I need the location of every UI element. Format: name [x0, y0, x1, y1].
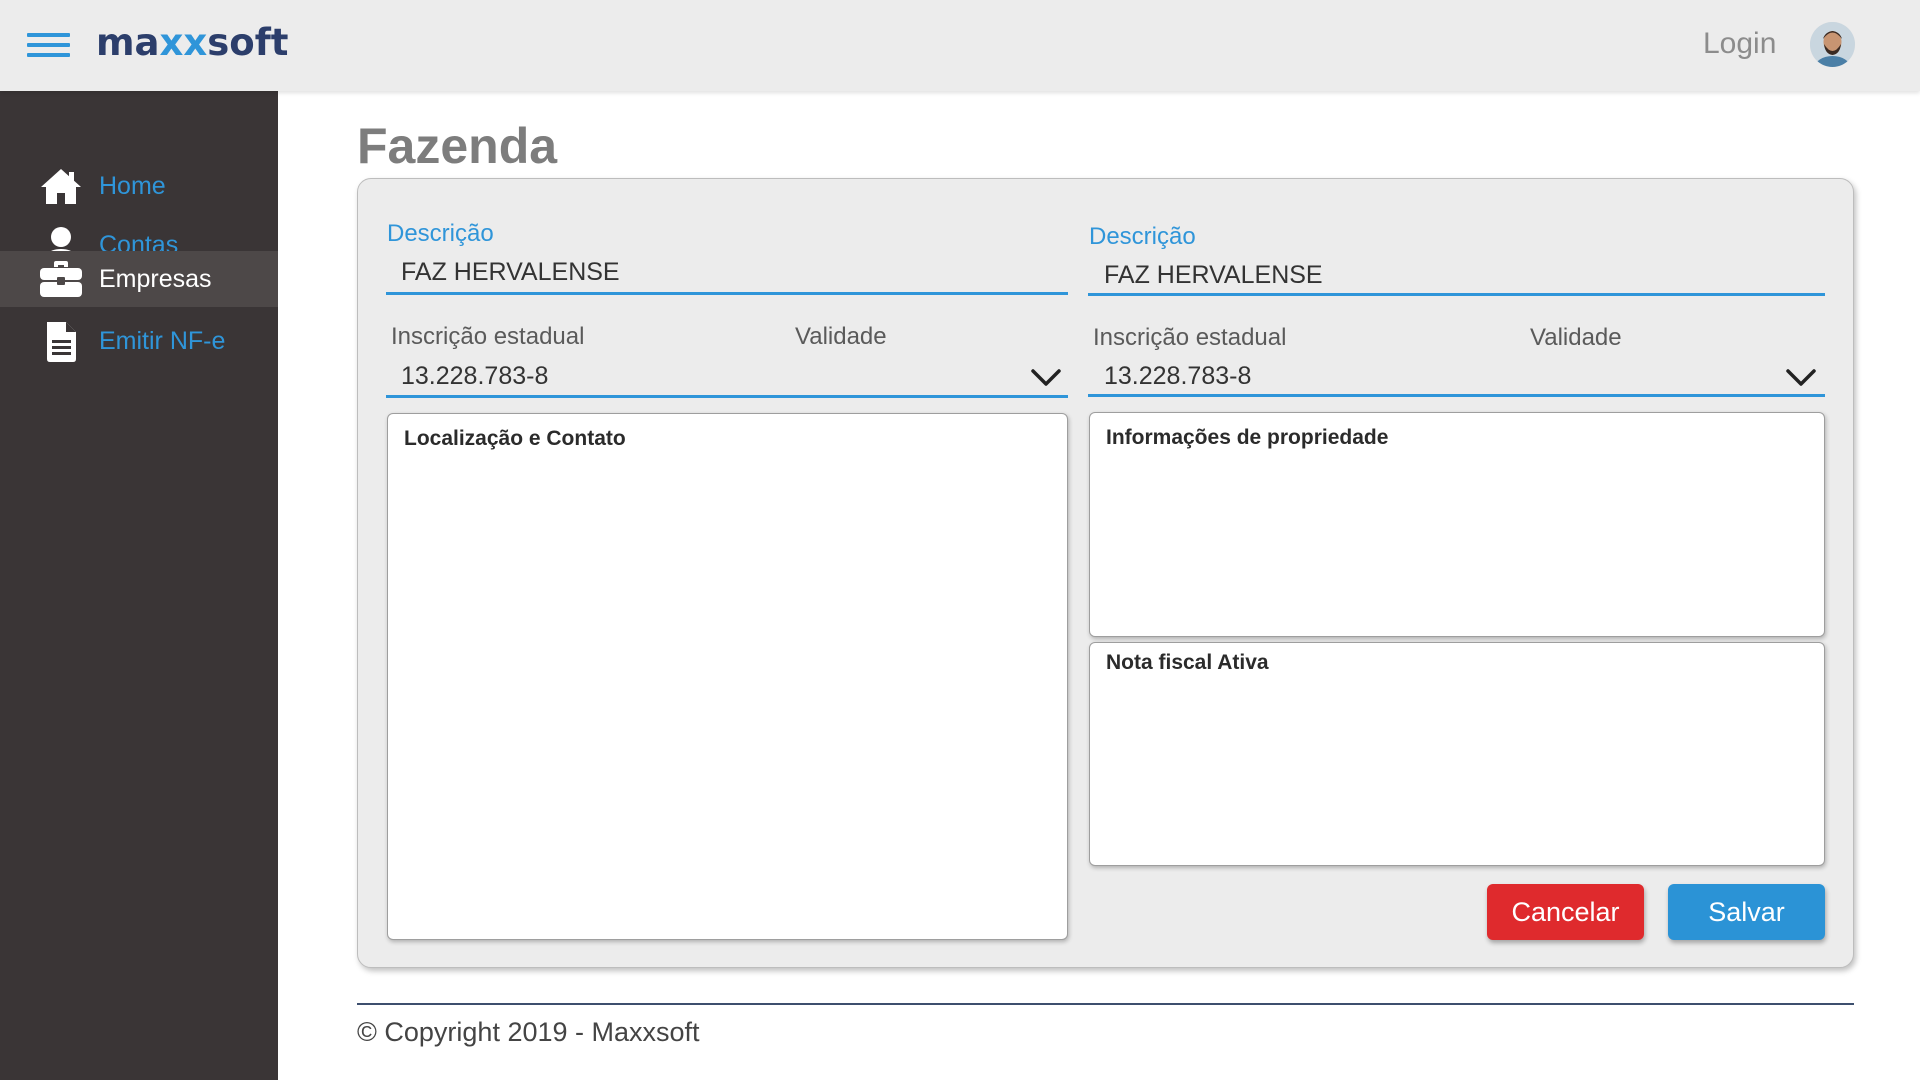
- cancel-button[interactable]: Cancelar: [1487, 884, 1644, 940]
- sidebar-item-label: Home: [99, 172, 166, 200]
- sidebar-item-home[interactable]: Home: [0, 158, 278, 214]
- document-icon: [47, 322, 76, 362]
- footer-copyright: © Copyright 2019 - Maxxsoft: [357, 1017, 700, 1047]
- informacoes-propriedade-panel: Informações de propriedade: [1089, 412, 1825, 637]
- logo-text-part3: soft: [207, 21, 289, 64]
- save-button[interactable]: Salvar: [1668, 884, 1825, 940]
- descricao-input[interactable]: FAZ HERVALENSE: [401, 256, 620, 288]
- panel-title: Informações de propriedade: [1106, 426, 1389, 449]
- page-title: Fazenda: [357, 118, 558, 174]
- home-icon: [41, 169, 81, 204]
- descricao-label: Descrição: [387, 220, 494, 247]
- localizacao-contato-panel: Localização e Contato: [387, 413, 1068, 940]
- validade-label: Validade: [795, 323, 887, 350]
- descricao-input[interactable]: FAZ HERVALENSE: [1104, 259, 1323, 291]
- logo-text-part1: ma: [96, 21, 160, 64]
- sidebar-item-label: Emitir NF-e: [99, 327, 226, 355]
- descricao-input-underline: [386, 292, 1068, 295]
- chevron-down-icon[interactable]: [1785, 368, 1817, 388]
- sidebar: Home Contas Empresas Emitir NF-e: [0, 91, 278, 1080]
- sidebar-item-label: Empresas: [99, 265, 212, 293]
- validade-label: Validade: [1530, 324, 1622, 351]
- sidebar-item-emitir-nfe[interactable]: Emitir NF-e: [0, 313, 278, 369]
- chevron-down-icon[interactable]: [1030, 368, 1062, 388]
- nota-fiscal-ativa-panel: Nota fiscal Ativa: [1089, 642, 1825, 866]
- logo-text-part2: xx: [159, 21, 208, 64]
- login-link[interactable]: Login: [1703, 24, 1776, 64]
- panel-title: Localização e Contato: [404, 427, 626, 450]
- sidebar-item-empresas[interactable]: Empresas: [0, 251, 278, 307]
- inscricao-estadual-label: Inscrição estadual: [1093, 324, 1287, 351]
- hamburger-menu-icon[interactable]: [27, 33, 70, 57]
- maxxsoft-logo[interactable]: maxxsoft: [96, 18, 289, 68]
- briefcase-icon: [40, 261, 82, 297]
- descricao-label: Descrição: [1089, 223, 1196, 250]
- inscricao-select-underline: [386, 395, 1068, 398]
- panel-title: Nota fiscal Ativa: [1106, 651, 1269, 674]
- footer-divider: [357, 1003, 1854, 1005]
- top-bar: maxxsoft Login: [0, 0, 1920, 91]
- inscricao-select-underline: [1088, 394, 1825, 397]
- user-avatar-icon[interactable]: [1810, 22, 1855, 67]
- inscricao-estadual-select[interactable]: 13.228.783-8: [401, 360, 548, 392]
- inscricao-estadual-select[interactable]: 13.228.783-8: [1104, 360, 1251, 392]
- inscricao-estadual-label: Inscrição estadual: [391, 323, 585, 350]
- descricao-input-underline: [1088, 293, 1825, 296]
